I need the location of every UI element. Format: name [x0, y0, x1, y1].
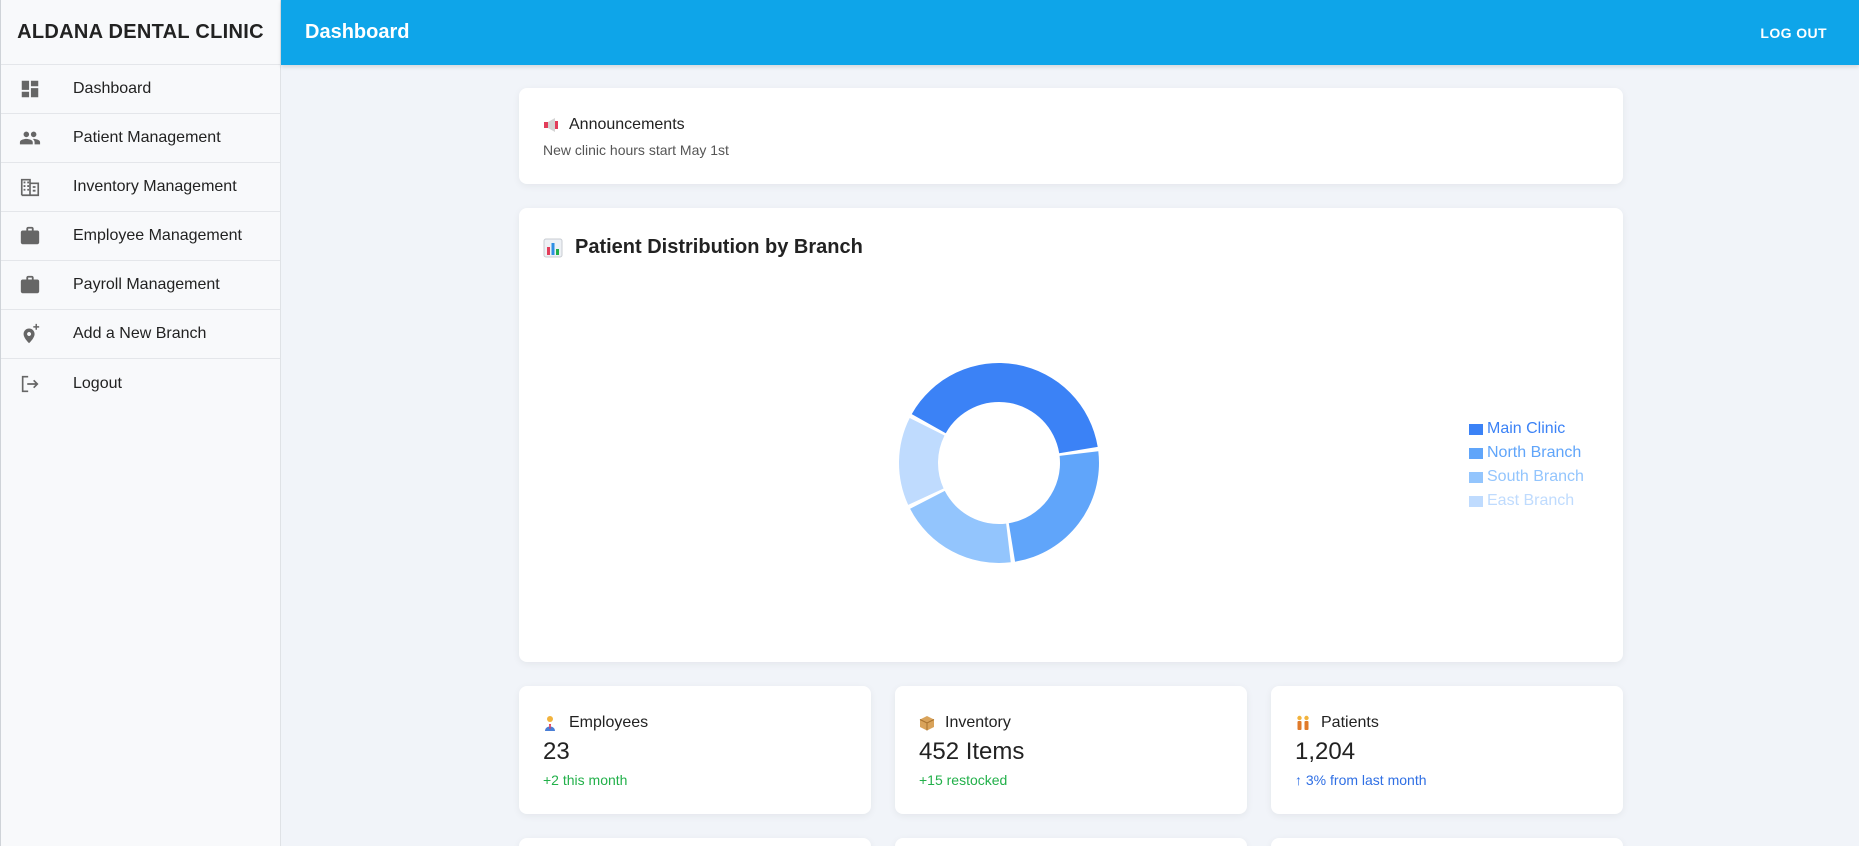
sidebar-item-label: Logout — [73, 374, 122, 392]
top-app-bar: Dashboard LOG OUT — [281, 0, 1859, 65]
sidebar-item-label: Employee Management — [73, 227, 242, 244]
sidebar-item-payroll-management[interactable]: Payroll Management — [1, 261, 280, 310]
announcement-text: New clinic hours start May 1st — [543, 142, 729, 158]
package-icon — [919, 715, 939, 731]
patients-stat-card[interactable]: Patients 1,204 ↑ 3% from last month — [1271, 686, 1623, 814]
briefcase-icon — [1, 274, 73, 296]
dashboard-icon — [1, 78, 73, 100]
sidebar: ALDANA DENTAL CLINIC Dashboard Patient M… — [0, 0, 281, 846]
legend-item[interactable]: Main Clinic — [1469, 417, 1584, 441]
sidebar-item-label: Add a New Branch — [73, 325, 207, 342]
stat-label: Employees — [569, 714, 649, 731]
donut-slice-east-branch[interactable] — [899, 417, 945, 505]
briefcase-icon — [1, 225, 73, 247]
chart-legend: Main Clinic North Branch South Branch East … — [1469, 417, 1584, 513]
sidebar-item-label: Payroll Management — [73, 276, 220, 293]
legend-swatch — [1469, 447, 1483, 459]
brand-title: ALDANA DENTAL CLINIC — [1, 0, 280, 65]
stat-card-partial — [519, 838, 871, 846]
stat-value: 1,204 — [1295, 738, 1356, 765]
legend-label: South Branch — [1487, 468, 1584, 485]
legend-label: East Branch — [1487, 492, 1575, 509]
legend-label: Main Clinic — [1487, 420, 1566, 437]
employees-stat-card[interactable]: Employees 23 +2 this month — [519, 686, 871, 814]
sidebar-item-inventory-management[interactable]: Inventory Management — [1, 163, 280, 212]
sidebar-item-add-branch[interactable]: Add a New Branch — [1, 310, 280, 359]
sidebar-item-employee-management[interactable]: Employee Management — [1, 212, 280, 261]
sidebar-item-label: Patient Management — [73, 129, 221, 146]
logout-icon — [1, 373, 73, 395]
patient-distribution-card: Patient Distribution by Branch Main Clin… — [519, 208, 1623, 662]
announcement-card: Announcements New clinic hours start May… — [519, 88, 1623, 184]
people-icon — [1295, 715, 1315, 731]
stat-card-partial — [895, 838, 1247, 846]
stat-change: ↑ 3% from last month — [1295, 772, 1427, 788]
stat-label: Inventory — [945, 714, 1011, 731]
sidebar-item-logout[interactable]: Logout — [1, 359, 280, 408]
logout-button[interactable]: LOG OUT — [1760, 25, 1827, 41]
building-icon — [1, 176, 73, 198]
inventory-stat-card[interactable]: Inventory 452 Items +15 restocked — [895, 686, 1247, 814]
donut-slice-south-branch[interactable] — [910, 490, 1011, 563]
sidebar-item-label: Inventory Management — [73, 178, 237, 195]
sidebar-item-patient-management[interactable]: Patient Management — [1, 114, 280, 163]
stat-value: 23 — [543, 738, 570, 765]
legend-swatch — [1469, 495, 1483, 507]
donut-slice-north-branch[interactable] — [1008, 451, 1099, 562]
stat-card-partial — [1271, 838, 1623, 846]
legend-item[interactable]: North Branch — [1469, 441, 1584, 465]
people-icon — [1, 127, 73, 149]
legend-item[interactable]: East Branch — [1469, 489, 1584, 513]
legend-label: North Branch — [1487, 444, 1582, 461]
add-location-icon — [1, 323, 73, 345]
legend-swatch — [1469, 471, 1483, 483]
stat-label: Patients — [1321, 714, 1379, 731]
sidebar-item-dashboard[interactable]: Dashboard — [1, 65, 280, 114]
sidebar-item-label: Dashboard — [73, 80, 152, 97]
legend-swatch — [1469, 423, 1483, 435]
legend-item[interactable]: South Branch — [1469, 465, 1584, 489]
stat-change: +15 restocked — [919, 772, 1008, 788]
stat-change: +2 this month — [543, 772, 628, 788]
page-title: Dashboard — [305, 21, 410, 43]
megaphone-icon — [543, 117, 563, 133]
person-icon — [543, 715, 563, 731]
donut-chart — [899, 362, 1099, 563]
stat-value: 452 Items — [919, 738, 1025, 765]
announcement-heading: Announcements — [569, 116, 685, 133]
